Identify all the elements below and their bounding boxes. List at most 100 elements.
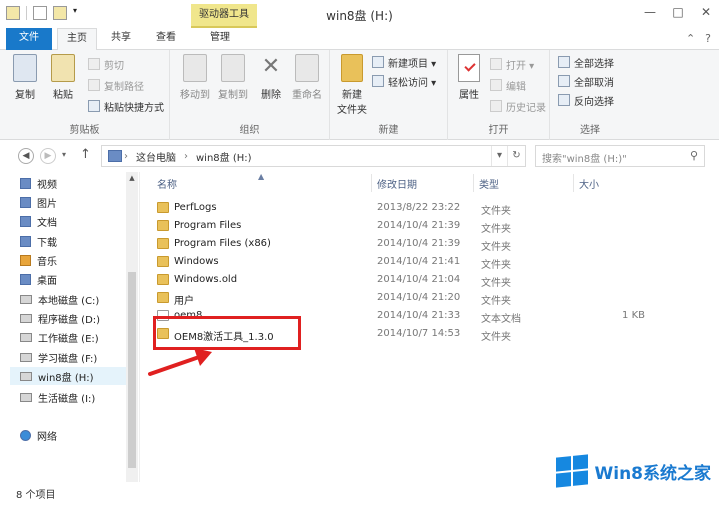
nav-scrollbar[interactable]: ▲ — [126, 172, 138, 482]
open-icon — [490, 58, 502, 70]
downloads-icon — [20, 235, 31, 247]
properties-icon — [458, 54, 480, 82]
cut-button[interactable]: 剪切 — [88, 56, 124, 72]
new-item-button[interactable]: 新建项目 ▾ — [372, 54, 436, 70]
address-bar[interactable]: › 这台电脑 › win8盘 (H:) ▾ ↻ — [101, 145, 526, 167]
drive-icon — [20, 392, 32, 402]
nav-item-drive-f[interactable]: 学习磁盘 (F:) — [20, 348, 97, 366]
properties-button[interactable]: 属性 — [450, 54, 488, 101]
copy-to-button[interactable]: 复制到 — [214, 54, 252, 101]
history-button[interactable]: 历史记录 — [490, 98, 546, 114]
nav-item-drive-e[interactable]: 工作磁盘 (E:) — [20, 328, 99, 346]
folder-icon — [157, 238, 169, 249]
invert-selection-icon — [558, 94, 570, 106]
copy-icon — [13, 54, 37, 82]
edit-icon — [490, 79, 502, 91]
paste-shortcut-button[interactable]: 粘贴快捷方式 — [88, 98, 164, 114]
collapse-ribbon-icon[interactable]: ⌃ — [686, 32, 695, 45]
folder-icon — [157, 202, 169, 213]
table-row[interactable]: PerfLogs 2013/8/22 23:22 文件夹 — [153, 199, 633, 217]
maximize-button[interactable]: □ — [669, 4, 687, 22]
minimize-button[interactable]: — — [641, 4, 659, 22]
column-divider[interactable] — [573, 174, 574, 192]
open-group-label: 打开 — [488, 125, 509, 136]
select-all-icon — [558, 56, 570, 68]
select-none-button[interactable]: 全部取消 — [558, 73, 614, 89]
delete-button[interactable]: ✕ 删除 — [252, 54, 290, 101]
select-all-button[interactable]: 全部选择 — [558, 54, 614, 70]
nav-item-videos[interactable]: 视频 — [20, 174, 57, 192]
column-divider[interactable] — [473, 174, 474, 192]
select-none-icon — [558, 75, 570, 87]
column-header-type[interactable]: 类型 — [479, 176, 499, 191]
folder-icon — [157, 256, 169, 267]
music-icon — [20, 254, 31, 266]
paste-button[interactable]: 粘贴 — [44, 54, 82, 101]
nav-scrollbar-thumb[interactable] — [128, 272, 136, 468]
nav-item-drive-c[interactable]: 本地磁盘 (C:) — [20, 290, 99, 308]
table-row[interactable]: Program Files 2014/10/4 21:39 文件夹 — [153, 217, 633, 235]
move-to-button[interactable]: 移动到 — [176, 54, 214, 101]
column-header-name[interactable]: 名称 — [157, 176, 177, 191]
select-group-label: 选择 — [580, 125, 600, 136]
help-icon[interactable]: ? — [705, 32, 711, 45]
forward-button[interactable]: ▶ — [40, 148, 56, 164]
table-row[interactable]: Windows.old 2014/10/4 21:04 文件夹 — [153, 271, 633, 289]
folder-icon — [157, 220, 169, 231]
nav-item-drive-i[interactable]: 生活磁盘 (I:) — [20, 388, 95, 406]
documents-icon — [20, 215, 31, 227]
windows-logo-icon — [556, 454, 589, 488]
delete-icon: ✕ — [261, 54, 281, 79]
tab-manage[interactable]: 管理 — [199, 28, 241, 50]
video-icon — [20, 177, 31, 189]
open-button[interactable]: 打开 ▾ — [490, 56, 534, 72]
back-button[interactable]: ◀ — [18, 148, 34, 164]
nav-item-desktop[interactable]: 桌面 — [20, 270, 57, 288]
ribbon: 复制 粘贴 剪切 复制路径 粘贴快捷方式 剪贴板 移动到 复制到 ✕ 删除 重命… — [0, 50, 719, 140]
column-divider[interactable] — [371, 174, 372, 192]
refresh-icon[interactable]: ↻ — [507, 146, 525, 166]
tab-share[interactable]: 共享 — [101, 28, 141, 50]
window-title: win8盘 (H:) — [326, 9, 393, 23]
watermark-logo: Win8系统之家 — [556, 454, 711, 488]
column-header-date[interactable]: 修改日期 — [377, 176, 417, 191]
search-input[interactable]: 搜索"win8盘 (H:)" ⚲ — [535, 145, 705, 167]
folder-icon — [157, 274, 169, 285]
tab-home[interactable]: 主页 — [57, 28, 97, 51]
up-icon[interactable]: ↑ — [80, 147, 91, 162]
rename-button[interactable]: 重命名 — [288, 54, 326, 101]
address-dropdown-icon[interactable]: ▾ — [491, 146, 507, 166]
close-button[interactable]: ✕ — [697, 4, 715, 22]
edit-button[interactable]: 编辑 — [490, 77, 526, 93]
nav-item-documents[interactable]: 文档 — [20, 212, 57, 230]
column-header-size[interactable]: 大小 — [579, 176, 599, 191]
shortcut-icon — [88, 100, 100, 112]
recent-locations-icon[interactable]: ▾ — [62, 150, 66, 159]
nav-item-drive-h[interactable]: win8盘 (H:) — [10, 367, 126, 385]
copy-path-button[interactable]: 复制路径 — [88, 77, 144, 93]
breadcrumb-this-pc[interactable]: 这台电脑 — [130, 149, 182, 164]
easy-access-button[interactable]: 轻松访问 ▾ — [372, 73, 436, 89]
desktop-icon — [20, 273, 31, 285]
table-row[interactable]: Windows 2014/10/4 21:41 文件夹 — [153, 253, 633, 271]
open-group: 属性 打开 ▾ 编辑 历史记录 打开 — [448, 50, 550, 140]
item-count: 8 个项目 — [16, 490, 56, 501]
nav-item-pictures[interactable]: 图片 — [20, 193, 57, 211]
tab-view[interactable]: 查看 — [146, 28, 186, 50]
nav-item-music[interactable]: 音乐 — [20, 251, 57, 269]
red-arrow-icon — [148, 348, 212, 376]
breadcrumb-drive[interactable]: win8盘 (H:) — [190, 149, 258, 164]
nav-item-drive-d[interactable]: 程序磁盘 (D:) — [20, 309, 100, 327]
scroll-up-icon[interactable]: ▲ — [128, 174, 136, 182]
nav-item-downloads[interactable]: 下载 — [20, 232, 57, 250]
table-row[interactable]: Program Files (x86) 2014/10/4 21:39 文件夹 — [153, 235, 633, 253]
easy-access-icon — [372, 75, 384, 87]
table-row[interactable]: 用户 2014/10/4 21:20 文件夹 — [153, 289, 633, 307]
drive-icon — [20, 332, 32, 342]
invert-selection-button[interactable]: 反向选择 — [558, 92, 614, 108]
watermark-text: Win8系统之家 — [594, 463, 711, 484]
new-folder-button[interactable]: 新建 文件夹 — [332, 54, 372, 116]
copy-button[interactable]: 复制 — [6, 54, 44, 101]
nav-item-network[interactable]: 网络 — [20, 426, 57, 444]
tab-file[interactable]: 文件 — [6, 28, 52, 50]
